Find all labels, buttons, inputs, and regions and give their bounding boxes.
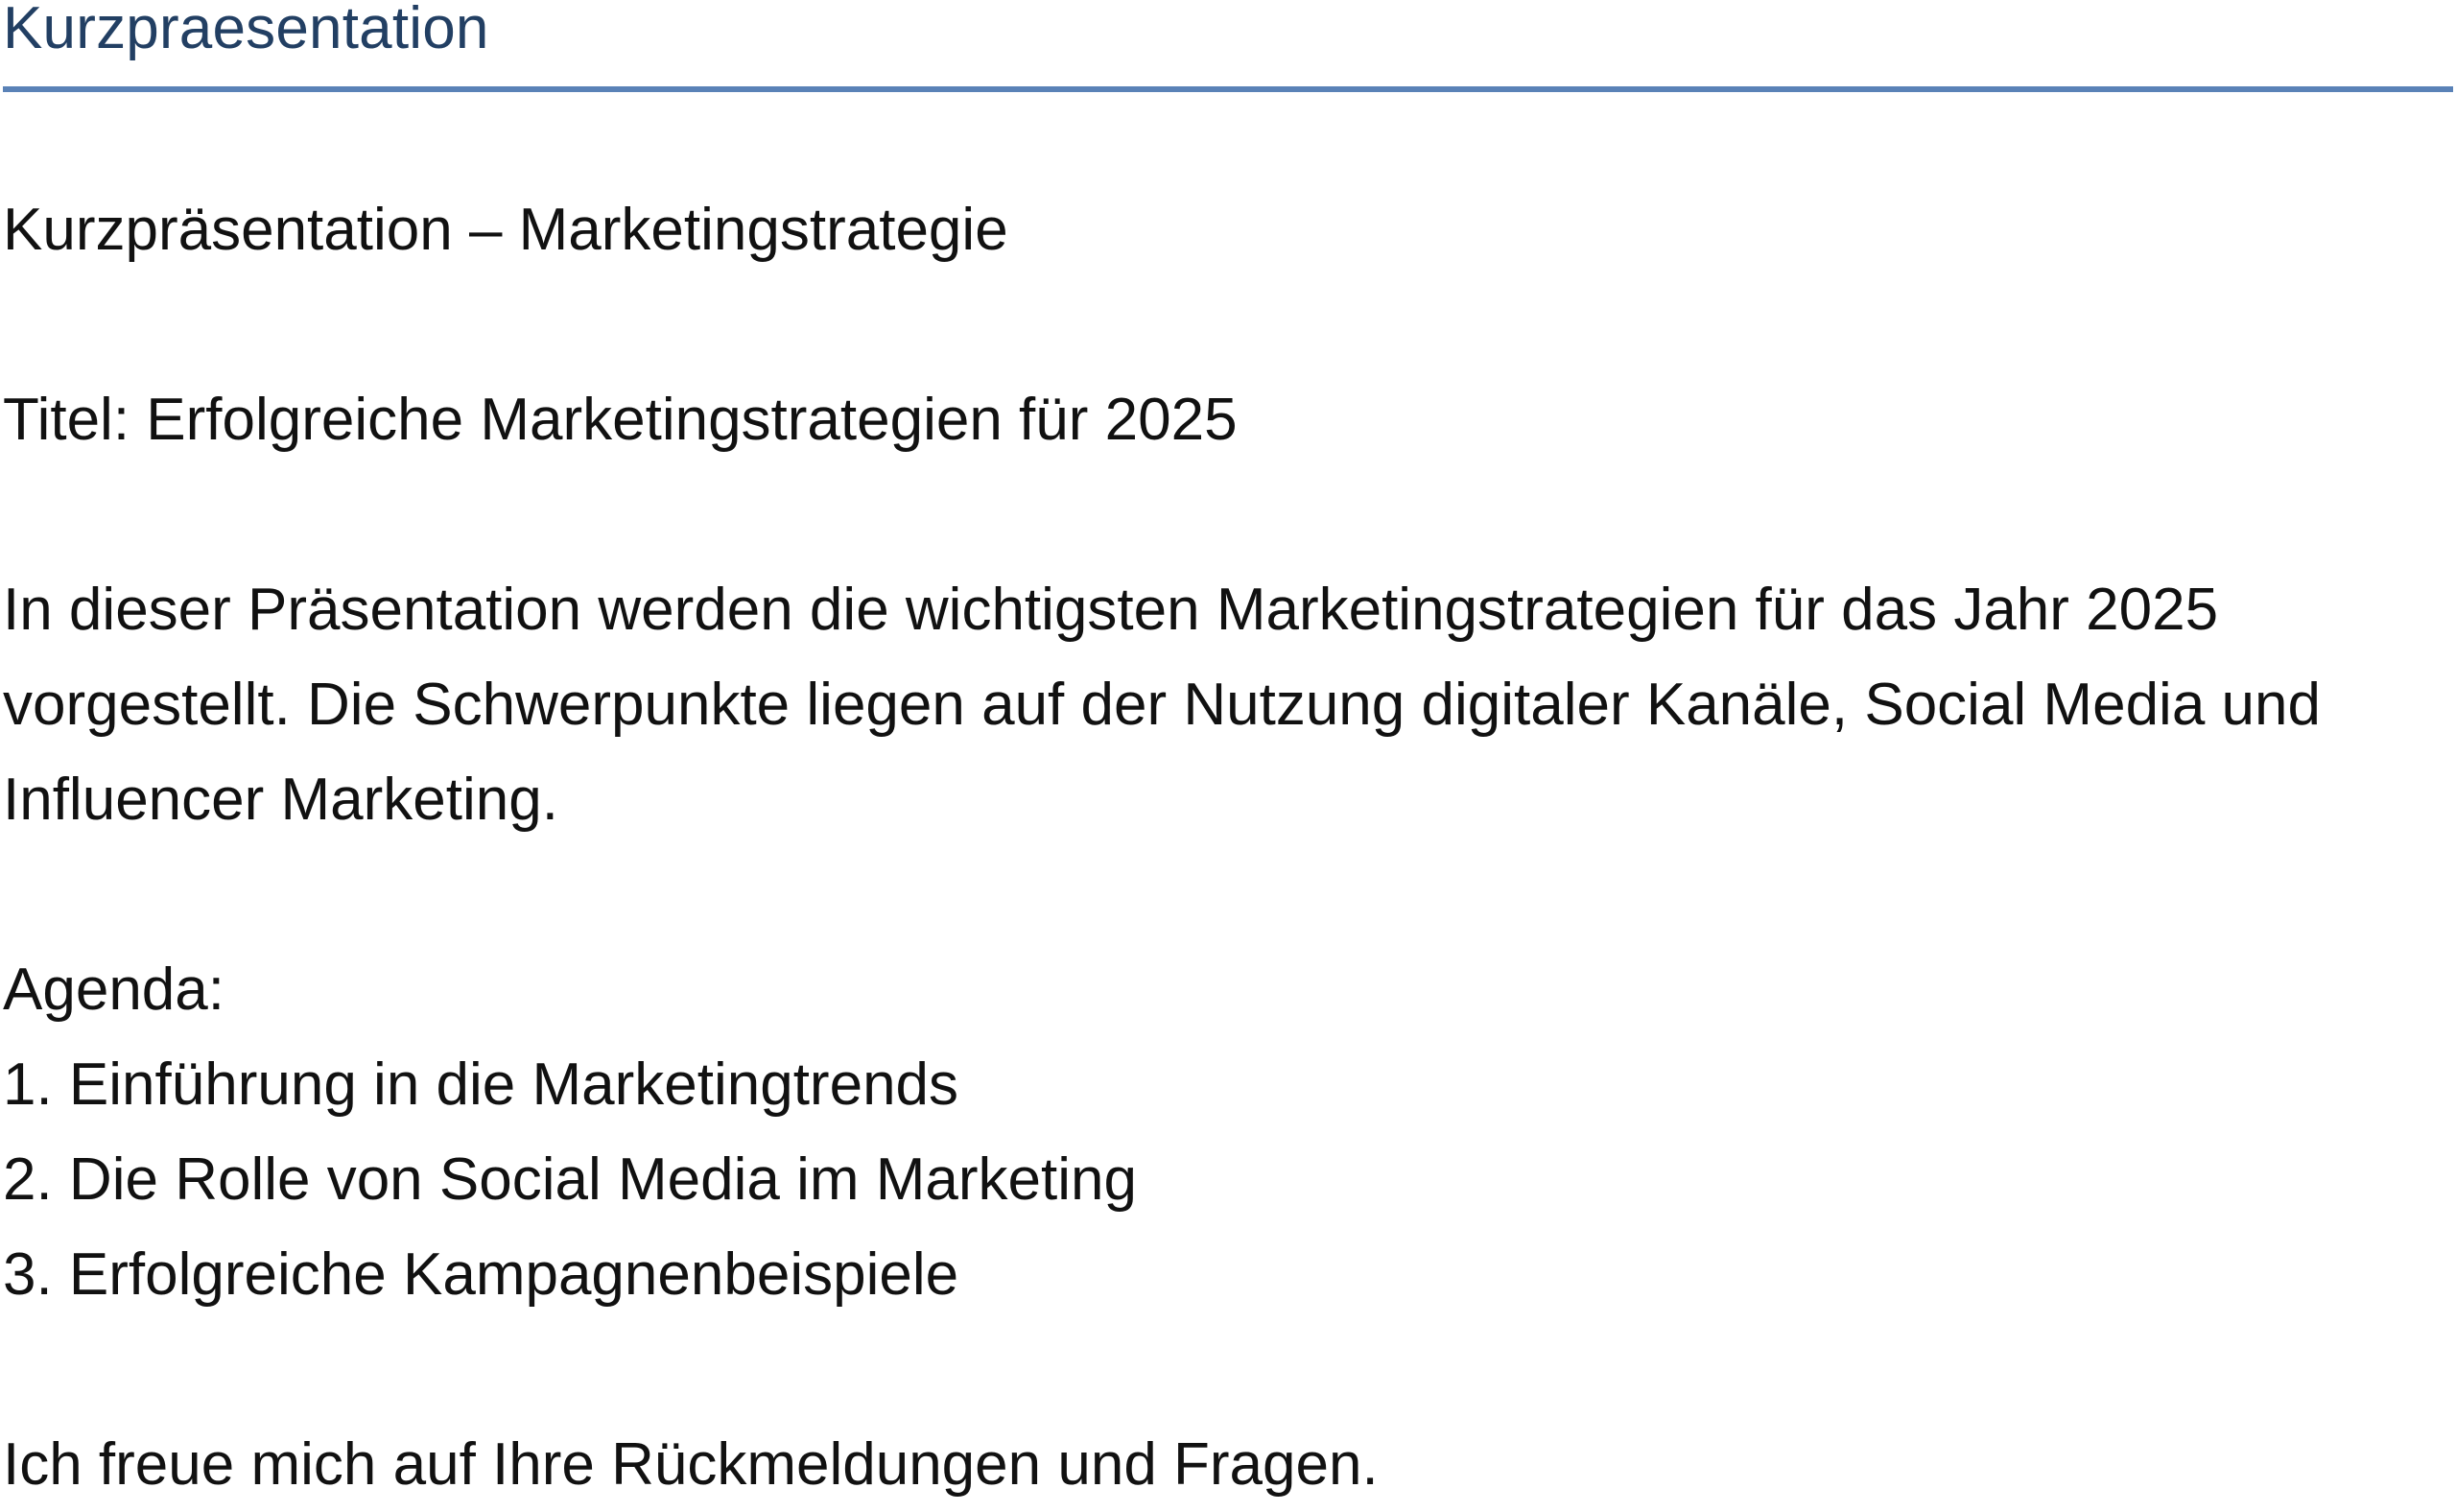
intro-line: In dieser Präsentation werden die wichti…	[3, 577, 2219, 643]
document-page: Kurzpraesentation Kurzpräsentation – Mar…	[0, 0, 2456, 1501]
document-body: Kurzpräsentation – Marketingstrategie Ti…	[3, 182, 2449, 1512]
header-divider	[3, 86, 2453, 92]
agenda-list: 1. Einführung in die Marketingtrends 2. …	[3, 1037, 2449, 1322]
agenda-item: 2. Die Rolle von Social Media im Marketi…	[3, 1146, 1137, 1213]
header-title: Kurzpraesentation	[3, 0, 489, 61]
document-header: Kurzpraesentation	[3, 0, 2453, 94]
title-line: Titel: Erfolgreiche Marketingstrategien …	[3, 387, 1238, 453]
intro-paragraph: In dieser Präsentation werden die wichti…	[3, 562, 2449, 847]
document-heading: Kurzpräsentation – Marketingstrategie	[3, 197, 1008, 263]
intro-line: vorgestellt. Die Schwerpunkte liegen auf…	[3, 672, 2321, 738]
closing-line: Ich freue mich auf Ihre Rückmeldungen un…	[3, 1431, 1379, 1498]
agenda-label: Agenda:	[3, 957, 224, 1023]
agenda-item: 3. Erfolgreiche Kampagnenbeispiele	[3, 1241, 959, 1308]
agenda-item: 1. Einführung in die Marketingtrends	[3, 1051, 959, 1118]
intro-line: Influencer Marketing.	[3, 767, 558, 833]
